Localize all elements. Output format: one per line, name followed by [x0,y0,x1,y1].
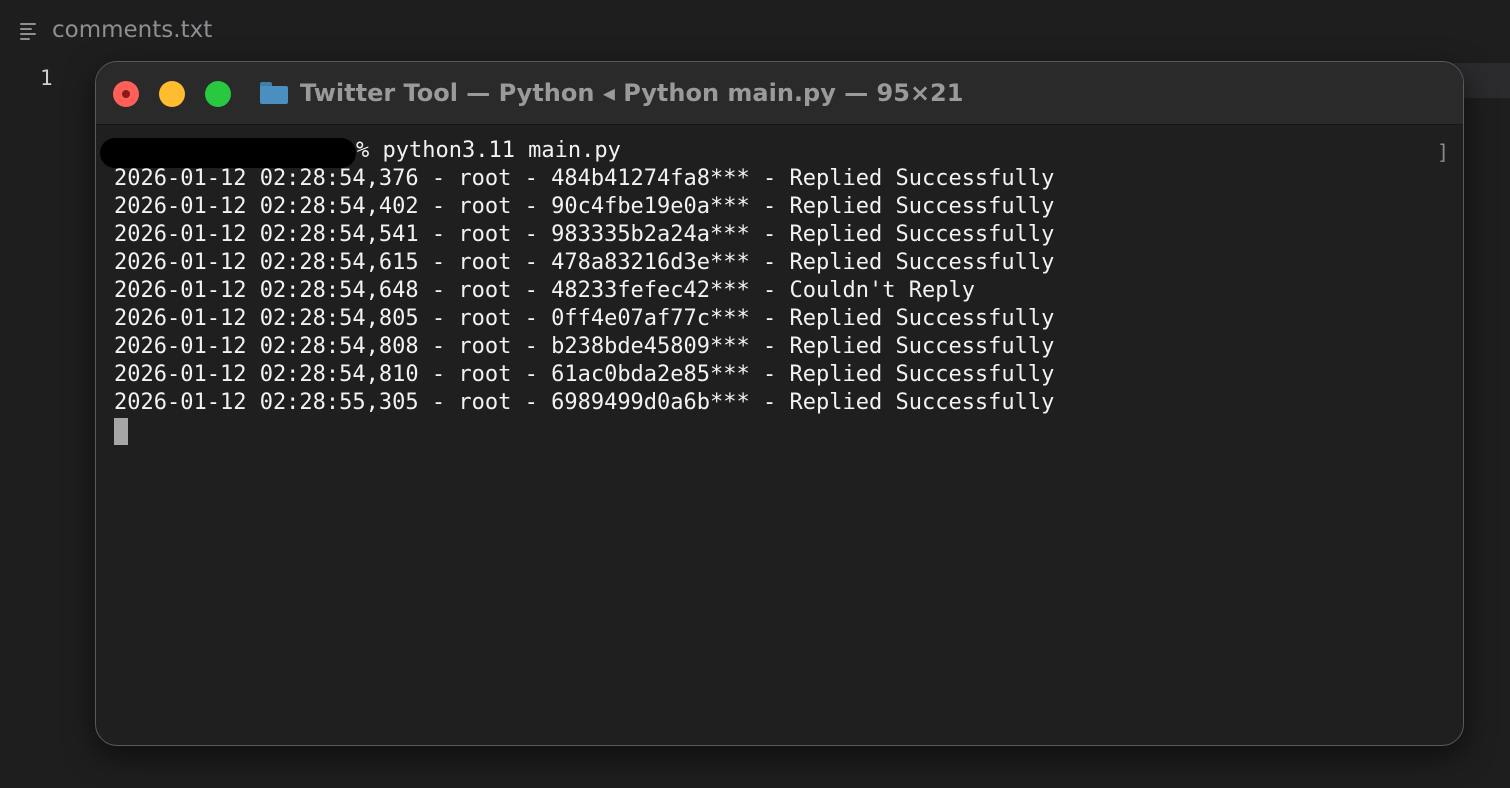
text-lines-icon [20,21,38,40]
terminal-output[interactable]: % python3.11 main.py 2026-01-12 02:28:54… [100,137,1463,745]
editor-line-number: 1 [40,66,53,90]
terminal-cursor [114,418,128,445]
log-line: 2026-01-12 02:28:54,402 - root - 90c4fbe… [114,194,1055,219]
log-line: 2026-01-12 02:28:54,810 - root - 61ac0bd… [114,362,1055,387]
terminal-titlebar[interactable]: Twitter Tool — Python ◂ Python main.py —… [96,62,1463,125]
maximize-dot-icon[interactable] [205,81,231,107]
folder-icon [260,82,288,104]
editor-file-tab[interactable]: comments.txt [20,14,212,46]
command-text: % python3.11 main.py [356,138,621,163]
redacted-prompt [100,138,356,168]
log-line: 2026-01-12 02:28:54,376 - root - 484b412… [114,166,1055,191]
log-line: 2026-01-12 02:28:54,615 - root - 478a832… [114,250,1055,275]
log-line: 2026-01-12 02:28:54,648 - root - 48233fe… [114,278,975,303]
terminal-title: Twitter Tool — Python ◂ Python main.py —… [260,76,963,110]
minimize-dot-icon[interactable] [159,81,185,107]
log-line: 2026-01-12 02:28:54,805 - root - 0ff4e07… [114,306,1055,331]
log-line: 2026-01-12 02:28:54,541 - root - 983335b… [114,222,1055,247]
prompt-line: % python3.11 main.py [100,137,1463,168]
editor-file-name: comments.txt [52,17,213,43]
log-line: 2026-01-12 02:28:54,808 - root - b238bde… [114,334,1055,359]
close-dot-icon[interactable] [113,81,139,107]
terminal-window[interactable]: Twitter Tool — Python ◂ Python main.py —… [95,61,1464,746]
terminal-title-text: Twitter Tool — Python ◂ Python main.py —… [300,79,964,107]
log-line: 2026-01-12 02:28:55,305 - root - 6989499… [114,390,1055,415]
